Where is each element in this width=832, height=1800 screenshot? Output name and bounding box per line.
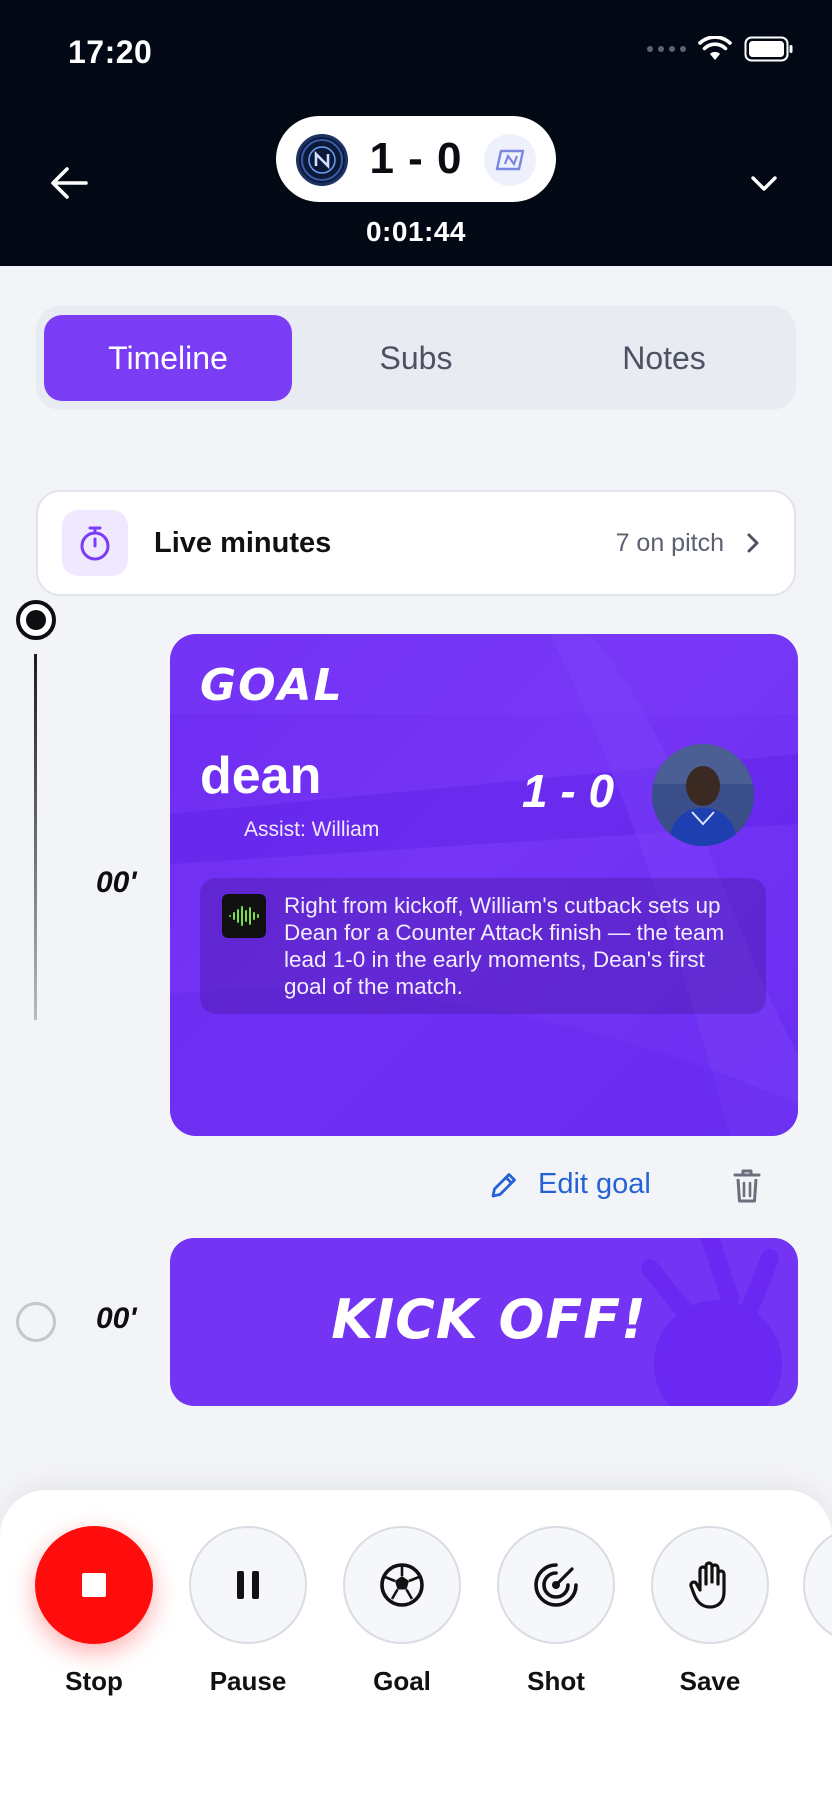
tab-subs[interactable]: Subs [292,315,540,401]
match-actions-bar: Stop Pause Goal Shot Save [0,1490,832,1800]
delete-goal-button[interactable] [730,1166,764,1206]
pause-button[interactable]: Pause [188,1526,308,1697]
live-minutes-card[interactable]: Live minutes 7 on pitch [36,490,796,596]
edit-goal-label: Edit goal [538,1168,651,1200]
score-pill[interactable]: 1 - 0 [276,116,556,202]
kickoff-title: KICK OFF! [331,1288,647,1351]
stopwatch-icon [62,510,128,576]
pause-label: Pause [209,1666,287,1696]
trash-icon [733,1169,761,1203]
live-minutes-label: Live minutes [154,526,332,559]
next-action-icon [803,1526,832,1644]
scorer-name: dean [200,747,322,805]
back-button[interactable] [46,160,92,206]
pause-icon [189,1526,307,1644]
pencil-icon [491,1172,516,1197]
goal-score: 1 - 0 [522,765,615,817]
event-type-title: GOAL [200,660,344,711]
battery-icon [744,36,793,62]
goal-label: Goal [373,1666,431,1696]
status-icons [647,36,794,62]
kickoff-event-card[interactable]: KICK OFF! [170,1238,798,1406]
edit-goal-button[interactable]: Edit goal [488,1168,651,1201]
chevron-right-icon [746,532,770,554]
away-team-badge-icon [484,134,536,186]
event-minute: 00' [96,1302,137,1335]
wifi-icon [698,36,732,60]
goal-event-card[interactable]: GOAL dean Assist: William 1 - 0 Right fr… [170,634,798,1136]
save-label: Save [679,1666,741,1696]
shot-label: Shot [527,1666,585,1696]
timeline-marker-active [16,600,56,640]
shot-button[interactable]: Shot [496,1526,616,1697]
home-team-badge-icon [296,134,348,186]
goal-commentary: Right from kickoff, William's cutback se… [200,878,766,1014]
hand-icon [651,1526,769,1644]
arrow-left-icon [51,167,88,199]
tab-timeline[interactable]: Timeline [44,315,292,401]
tab-notes[interactable]: Notes [540,315,788,401]
stop-label: Stop [65,1666,123,1696]
stop-icon [35,1526,153,1644]
soccer-ball-icon [343,1526,461,1644]
save-button[interactable]: Save [650,1526,770,1697]
match-clock: 0:01:44 [365,216,466,247]
signal-icon [647,46,686,52]
collapse-button[interactable] [742,162,786,206]
timeline-rail [34,654,37,1020]
tab-bar: Timeline Subs Notes [36,306,796,410]
scorer-avatar [652,744,754,846]
match-header: 17:20 1 - 0 0:01:44 [0,0,832,266]
target-icon [497,1526,615,1644]
commentary-text: Right from kickoff, William's cutback se… [284,893,725,999]
status-time: 17:20 [68,34,153,70]
timeline-marker [16,1302,56,1342]
more-actions-peek[interactable] [802,1526,832,1644]
goal-button[interactable]: Goal [342,1526,462,1697]
on-pitch-count: 7 on pitch [615,528,724,557]
stop-button[interactable]: Stop [34,1526,154,1697]
audio-waveform-icon [222,894,266,938]
assist-text: Assist: William [244,818,380,841]
chevron-down-icon [751,176,777,191]
event-minute: 00' [96,866,137,899]
match-score: 1 - 0 [369,134,463,183]
